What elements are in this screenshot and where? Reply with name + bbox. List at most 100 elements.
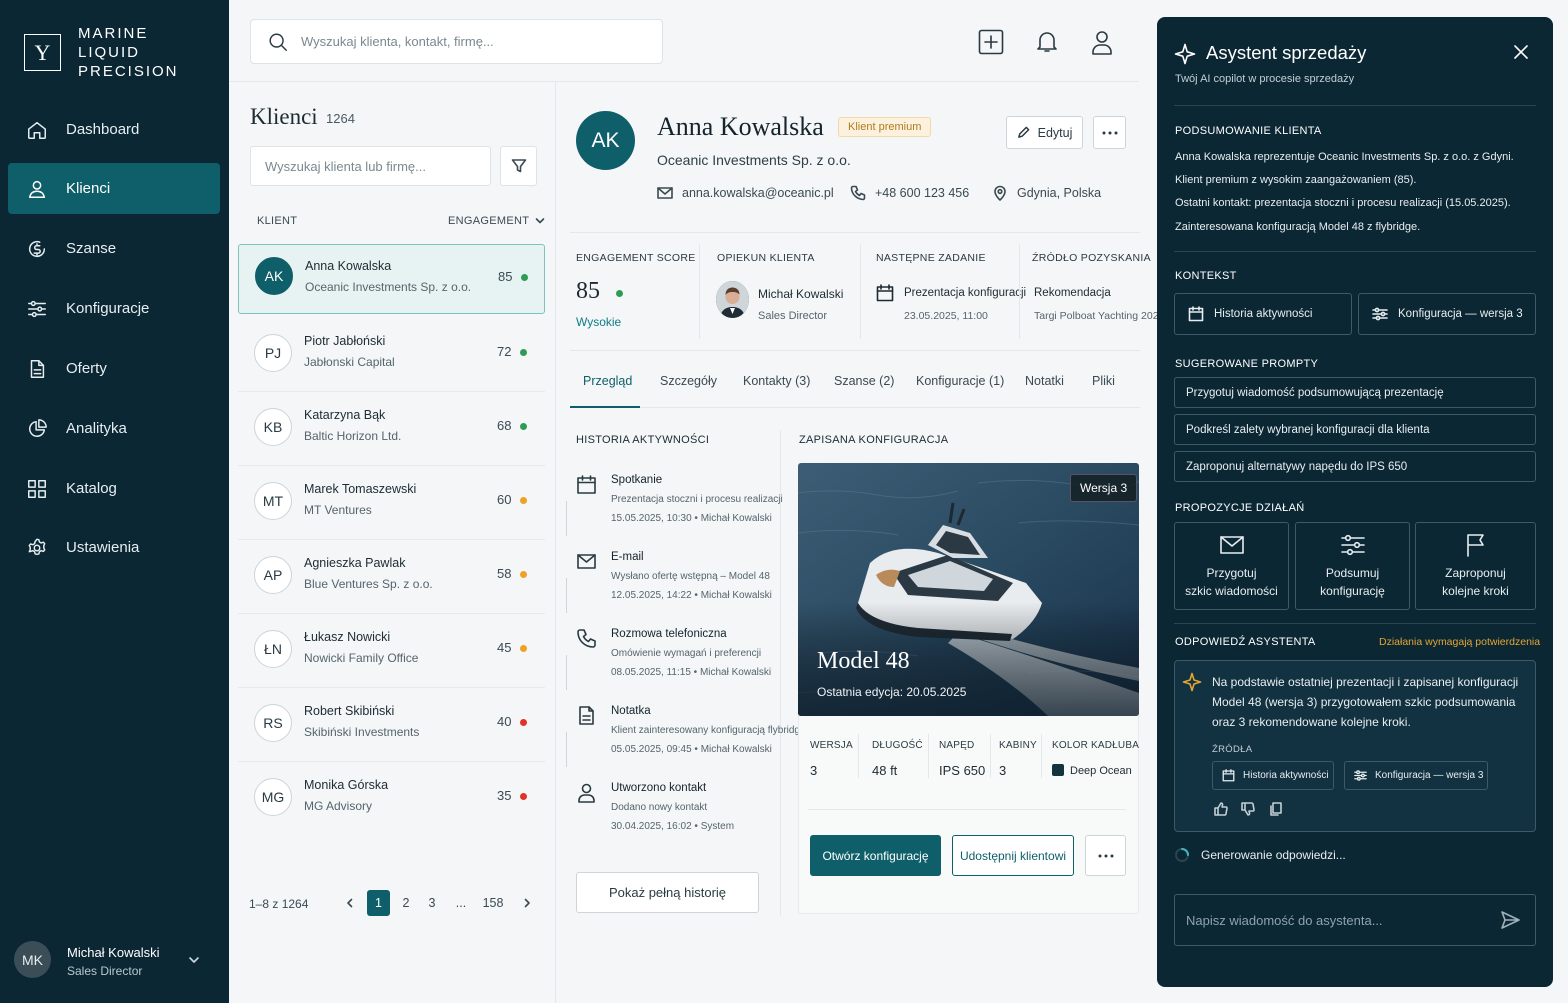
nav-konfiguracje[interactable]: Konfiguracje xyxy=(8,283,220,334)
brand[interactable]: Y MARINE LIQUID PRECISION xyxy=(24,24,208,81)
avatar: AK xyxy=(255,257,293,295)
source-chip-config[interactable]: Konfiguracja — wersja 3 xyxy=(1344,761,1488,790)
thumbs-up-icon[interactable] xyxy=(1214,802,1228,816)
phone-icon xyxy=(850,185,866,201)
divider xyxy=(570,407,1140,408)
open-config-button[interactable]: Otwórz konfigurację xyxy=(810,835,941,876)
page-button[interactable]: 3 xyxy=(421,890,443,916)
pencil-icon xyxy=(1017,126,1029,138)
client-search-input[interactable] xyxy=(250,146,491,186)
prompts-heading: SUGEROWANE PROMPTY xyxy=(1175,358,1319,370)
spinner-icon xyxy=(1175,848,1189,862)
filter-button[interactable] xyxy=(500,146,537,186)
suggested-prompt[interactable]: Zaproponuj alternatywy napędu do IPS 650 xyxy=(1174,451,1536,482)
contact-phone[interactable]: +48 600 123 456 xyxy=(850,185,969,201)
source-chip-history[interactable]: Historia aktywności xyxy=(1212,761,1334,790)
next-page-button[interactable] xyxy=(516,890,538,916)
action-summarize-config[interactable]: Podsumuj konfigurację xyxy=(1295,522,1410,610)
divider xyxy=(570,232,1140,233)
calendar-icon xyxy=(876,284,894,302)
table-row[interactable]: PJ Piotr Jabłoński Jabłonski Capital 72 xyxy=(238,318,545,392)
page-button[interactable]: 2 xyxy=(395,890,417,916)
contact-email[interactable]: anna.kowalska@oceanic.pl xyxy=(657,185,834,201)
profile-icon[interactable] xyxy=(1089,29,1115,55)
action-draft-message[interactable]: Przygotuj szkic wiadomości xyxy=(1174,522,1289,610)
table-row[interactable]: ŁN Łukasz Nowicki Nowicki Family Office … xyxy=(238,614,545,688)
context-chip-config[interactable]: Konfiguracja — wersja 3 xyxy=(1358,293,1536,335)
search-input[interactable] xyxy=(301,34,631,49)
table-row[interactable]: AP Agnieszka Pawlak Blue Ventures Sp. z … xyxy=(238,540,545,614)
column-header-engagement[interactable]: ENGAGEMENT xyxy=(448,215,545,227)
prev-page-button[interactable] xyxy=(339,890,361,916)
table-row[interactable]: MT Marek Tomaszewski MT Ventures 60 xyxy=(238,466,545,540)
nav-dashboard[interactable]: Dashboard xyxy=(8,104,220,155)
client-company: MT Ventures xyxy=(304,503,372,517)
suggested-prompt[interactable]: Podkreśl zalety wybranej konfiguracji dl… xyxy=(1174,414,1536,445)
share-config-button[interactable]: Udostępnij klientowi xyxy=(952,835,1074,876)
history-meta: 30.04.2025, 16:02 • System xyxy=(611,821,735,832)
task-name[interactable]: Prezentacja konfiguracji xyxy=(904,287,1026,299)
status-dot xyxy=(616,290,623,297)
nav-label: Klienci xyxy=(66,180,111,197)
thumbs-down-icon[interactable] xyxy=(1241,802,1255,816)
avatar: RS xyxy=(254,704,292,742)
nav-label: Analityka xyxy=(66,420,127,437)
mail-icon xyxy=(1219,536,1244,554)
copy-icon[interactable] xyxy=(1269,802,1283,816)
tab-szczegoly[interactable]: Szczegóły xyxy=(660,374,717,388)
action-line: Podsumuj xyxy=(1325,566,1380,580)
confirmation-warning: Działania wymagają potwierdzenia xyxy=(1379,636,1541,648)
context-chip-history[interactable]: Historia aktywności xyxy=(1174,293,1352,335)
divider xyxy=(699,244,700,339)
nav-oferty[interactable]: Oferty xyxy=(8,343,220,394)
column-header-client[interactable]: KLIENT xyxy=(257,215,297,227)
edit-button[interactable]: Edytuj xyxy=(1006,116,1083,149)
action-next-steps[interactable]: Zaproponuj kolejne kroki xyxy=(1415,522,1536,610)
user-role: Sales Director xyxy=(67,963,143,978)
page-button[interactable]: 158 xyxy=(482,890,504,916)
close-icon[interactable] xyxy=(1512,43,1530,61)
tab-szanse[interactable]: Szanse (2) xyxy=(834,374,894,388)
tab-przeglad[interactable]: Przegląd xyxy=(583,374,632,388)
show-full-history-button[interactable]: Pokaż pełną historię xyxy=(576,872,759,913)
table-row[interactable]: KB Katarzyna Bąk Baltic Horizon Ltd. 68 xyxy=(238,392,545,466)
table-row[interactable]: RS Robert Skibiński Skibiński Investment… xyxy=(238,688,545,762)
chevron-down-icon xyxy=(189,957,199,963)
nav-szanse[interactable]: Szanse xyxy=(8,223,220,274)
table-row[interactable]: AK Anna Kowalska Oceanic Investments Sp.… xyxy=(238,244,545,314)
active-tab-indicator xyxy=(570,406,640,408)
nav-ustawienia[interactable]: Ustawienia xyxy=(8,522,220,573)
config-more-button[interactable] xyxy=(1085,835,1126,876)
nav-analityka[interactable]: Analityka xyxy=(8,403,220,454)
action-line: Przygotuj xyxy=(1206,566,1257,580)
edit-label: Edytuj xyxy=(1037,125,1073,140)
phone-icon xyxy=(577,629,596,648)
source-detail: Targi Polboat Yachting 2024 xyxy=(1034,310,1165,322)
history-desc: Wysłano ofertę wstępną – Model 48 xyxy=(611,571,770,582)
tab-notatki[interactable]: Notatki xyxy=(1025,374,1064,388)
page-button[interactable]: 1 xyxy=(367,890,390,916)
mail-icon xyxy=(657,187,673,199)
divider xyxy=(808,809,1126,810)
table-row[interactable]: MG Monika Górska MG Advisory 35 xyxy=(238,762,545,836)
more-button[interactable] xyxy=(1093,116,1126,149)
bell-icon[interactable] xyxy=(1034,29,1060,55)
nav-label: Dashboard xyxy=(66,121,140,138)
tab-kontakty[interactable]: Kontakty (3) xyxy=(743,374,810,388)
assistant-message-input[interactable] xyxy=(1174,894,1536,946)
tab-konfiguracje[interactable]: Konfiguracje (1) xyxy=(916,374,1004,388)
divider xyxy=(928,734,929,778)
nav-katalog[interactable]: Katalog xyxy=(8,463,220,514)
send-icon[interactable] xyxy=(1500,910,1520,930)
history-meta: 12.05.2025, 14:22 • Michał Kowalski xyxy=(611,590,772,601)
add-icon[interactable] xyxy=(978,29,1004,55)
client-name: Monika Górska xyxy=(304,778,389,792)
nav-klienci[interactable]: Klienci xyxy=(8,163,220,214)
global-search[interactable] xyxy=(250,19,663,64)
tab-pliki[interactable]: Pliki xyxy=(1092,374,1115,388)
user-menu[interactable]: MK Michał Kowalski Sales Director xyxy=(14,941,214,978)
avatar: MK xyxy=(14,941,51,978)
spec-value: 48 ft xyxy=(872,763,898,778)
sliders-icon xyxy=(1354,770,1367,781)
suggested-prompt[interactable]: Przygotuj wiadomość podsumowującą prezen… xyxy=(1174,377,1536,408)
